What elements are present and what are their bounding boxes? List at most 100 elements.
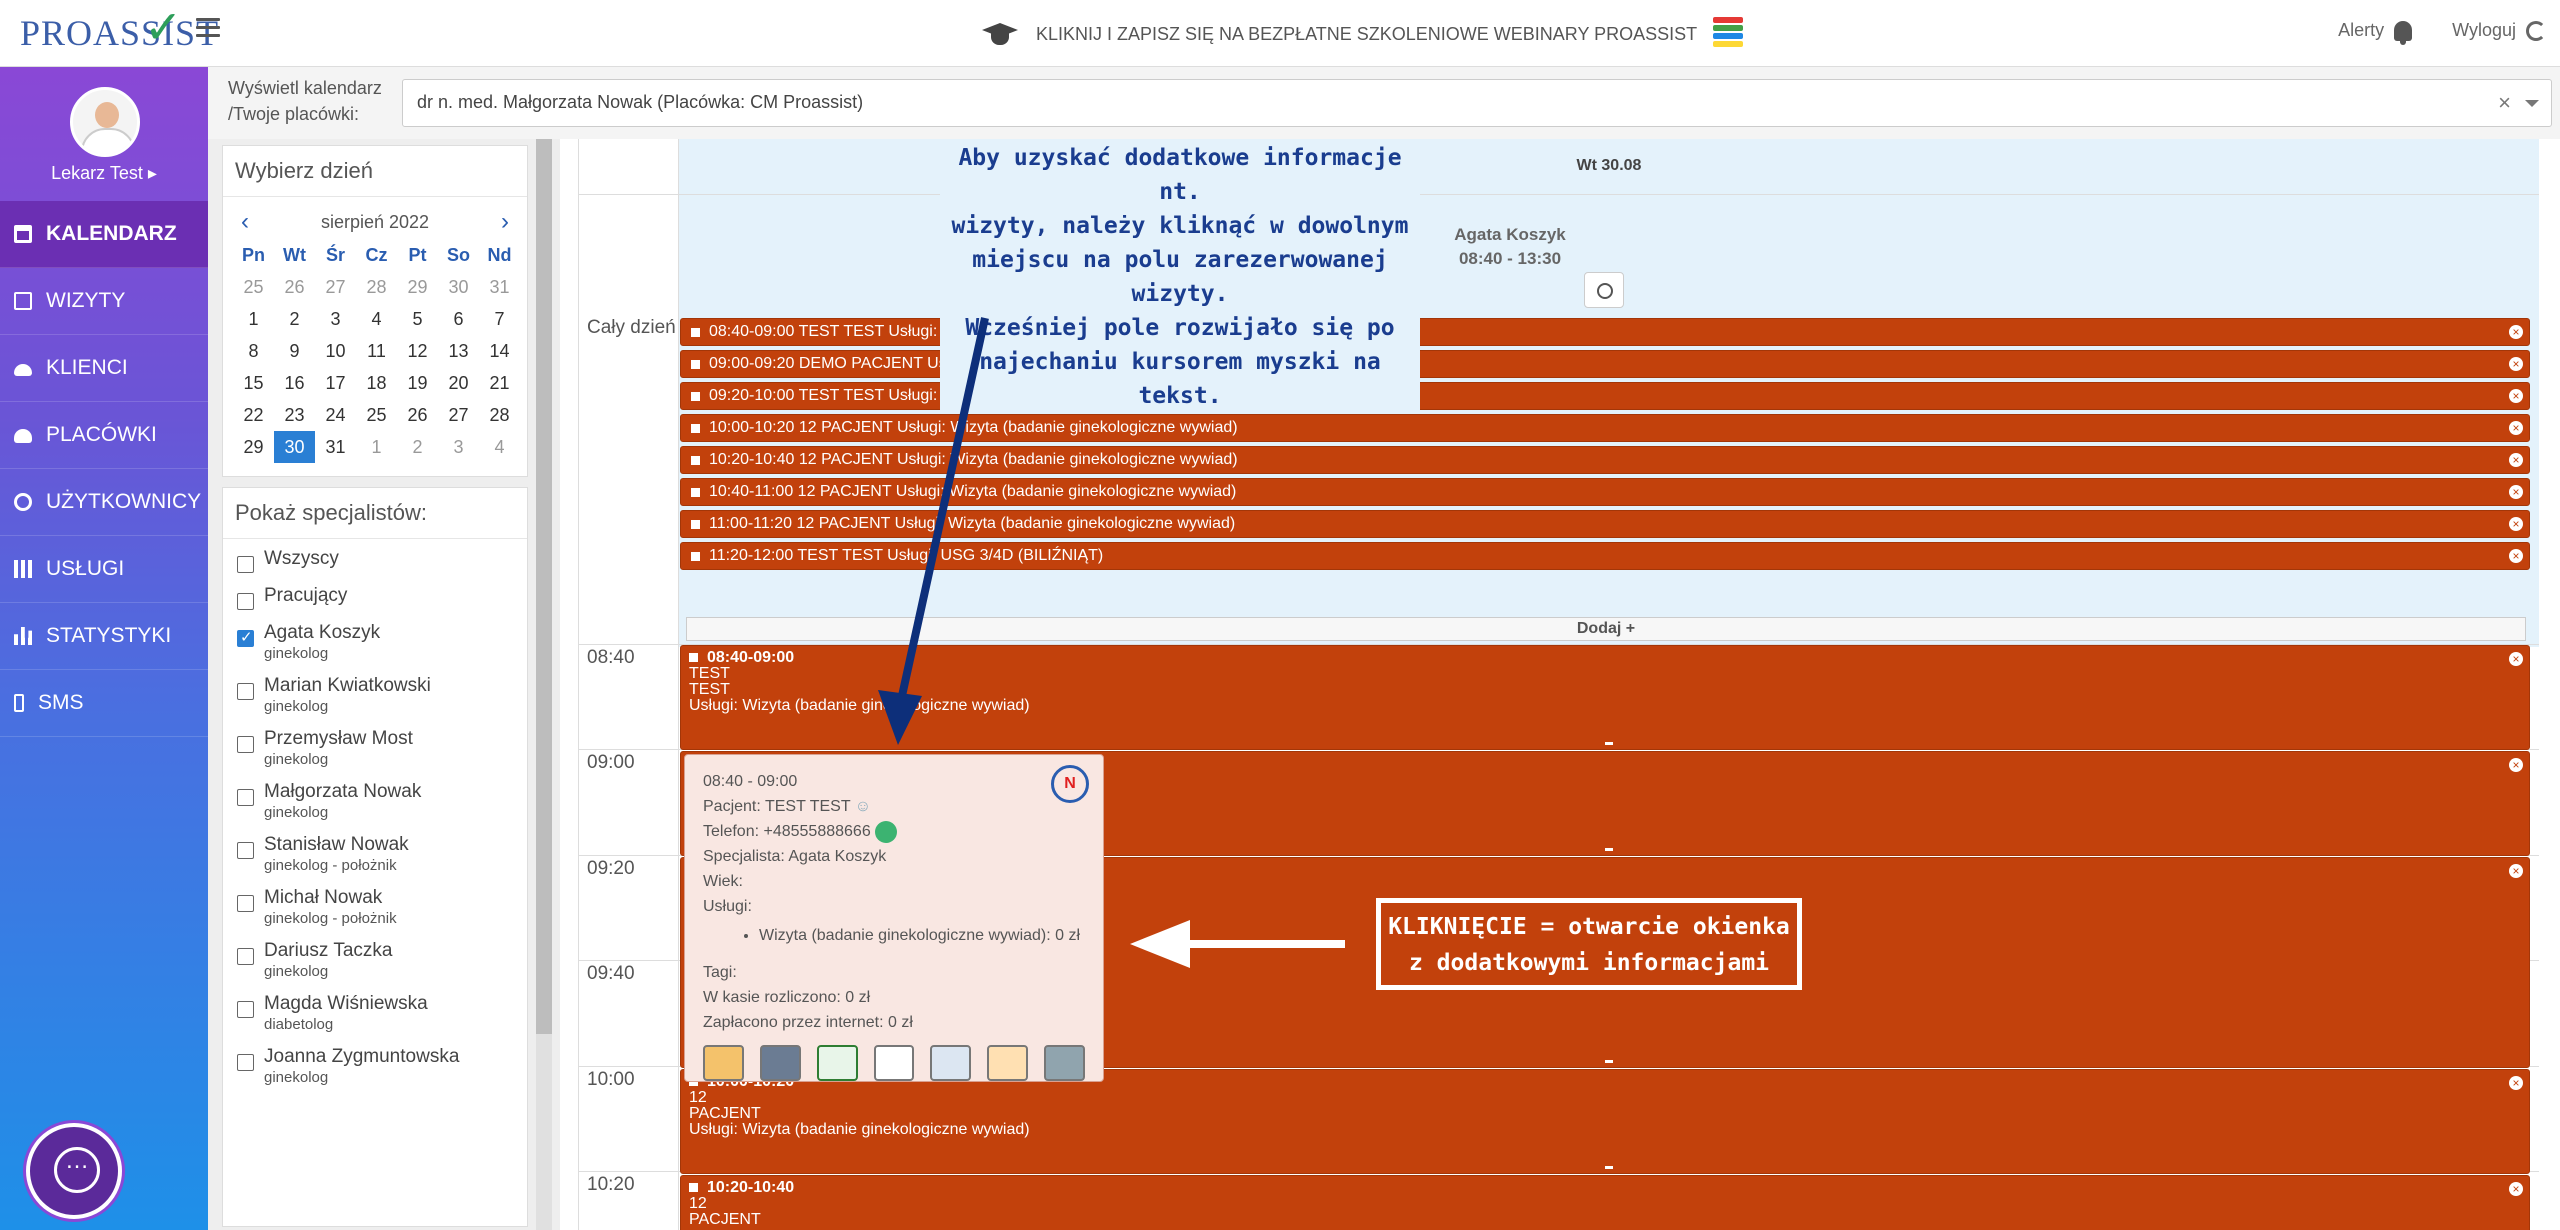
menu-toggle-icon[interactable] <box>196 18 220 40</box>
calendar-day[interactable]: 24 <box>315 399 356 431</box>
close-icon[interactable]: × <box>2509 421 2523 435</box>
calendar-day[interactable]: 13 <box>438 335 479 367</box>
calendar-day[interactable]: 30 <box>438 271 479 303</box>
calendar-day[interactable]: 27 <box>438 399 479 431</box>
specialist-item[interactable]: Przemysław Most ginekolog <box>237 727 513 769</box>
prev-month-button[interactable]: ‹ <box>241 208 249 236</box>
close-icon[interactable]: × <box>2509 1076 2523 1090</box>
calendar-day[interactable]: 22 <box>233 399 274 431</box>
close-icon[interactable]: × <box>2509 549 2523 563</box>
checkbox[interactable] <box>237 1001 254 1018</box>
calendar-day[interactable]: 27 <box>315 271 356 303</box>
calendar-day[interactable]: 31 <box>479 271 520 303</box>
calendar-day[interactable]: 4 <box>356 303 397 335</box>
calendar-day[interactable]: 21 <box>479 367 520 399</box>
calendar-day[interactable]: 29 <box>233 431 274 463</box>
calendar-day[interactable]: 25 <box>233 271 274 303</box>
webinar-banner[interactable]: KLIKNIJ I ZAPISZ SIĘ NA BEZPŁATNE SZKOLE… <box>980 14 1744 54</box>
close-icon[interactable]: × <box>2509 357 2523 371</box>
checkbox[interactable] <box>237 593 254 610</box>
calendar-day[interactable]: 3 <box>438 431 479 463</box>
forward-icon[interactable] <box>759 1045 801 1081</box>
checkbox[interactable] <box>237 789 254 806</box>
phone-call-icon[interactable] <box>875 820 898 843</box>
calendar-day[interactable]: 4 <box>479 431 520 463</box>
specialist-item[interactable]: Wszyscy <box>237 547 513 573</box>
all-day-event[interactable]: 10:00-10:20 12 PACJENT Usługi: Wizyta (b… <box>680 414 2530 442</box>
appointment-popup[interactable]: N 08:40 - 09:00 Pacjent: TEST TEST ☺ Tel… <box>684 754 1104 1082</box>
calendar-day[interactable]: 18 <box>356 367 397 399</box>
specialist-item[interactable]: Michał Nowak ginekolog - położnik <box>237 886 513 928</box>
proassist-logo[interactable]: PROASSIST ✓ <box>20 2 219 54</box>
calendar-day[interactable]: 15 <box>233 367 274 399</box>
nav-item-uslugi[interactable]: USŁUGI <box>0 536 208 603</box>
specialist-item[interactable]: Magda Wiśniewska diabetolog <box>237 992 513 1034</box>
clock-icon[interactable] <box>1584 272 1624 308</box>
specialist-item[interactable]: Agata Koszyk ginekolog <box>237 621 513 663</box>
all-day-event[interactable]: 10:20-10:40 12 PACJENT Usługi: Wizyta (b… <box>680 446 2530 474</box>
checkbox[interactable] <box>237 628 254 647</box>
calendar-day[interactable]: 14 <box>479 335 520 367</box>
checkbox[interactable] <box>237 556 254 573</box>
calendar-day[interactable]: 12 <box>397 335 438 367</box>
nav-item-klienci[interactable]: KLIENCI <box>0 335 208 402</box>
calendar-day[interactable]: 3 <box>315 303 356 335</box>
appointment-block[interactable]: 10:20-10:40 12 PACJENT × <box>680 1175 2530 1230</box>
specialist-item[interactable]: Dariusz Taczka ginekolog <box>237 939 513 981</box>
checkbox[interactable] <box>237 1054 254 1071</box>
checkbox[interactable] <box>237 842 254 859</box>
calendar-select[interactable]: dr n. med. Małgorzata Nowak (Placówka: C… <box>402 79 2552 127</box>
all-day-event[interactable]: 11:00-11:20 12 PACJENT Usługi: Wizyta (b… <box>680 510 2530 538</box>
calendar-day[interactable]: 8 <box>233 335 274 367</box>
cash-register-icon[interactable] <box>1044 1045 1086 1081</box>
nav-item-uzytkownicy[interactable]: UŻYTKOWNICY <box>0 469 208 536</box>
calendar-day[interactable]: 26 <box>397 399 438 431</box>
checkbox[interactable] <box>237 948 254 965</box>
specialist-item[interactable]: Stanisław Nowak ginekolog - położnik <box>237 833 513 875</box>
chevron-down-icon[interactable] <box>2525 100 2539 114</box>
close-icon[interactable]: × <box>2509 652 2523 666</box>
nav-item-sms[interactable]: SMS <box>0 670 208 737</box>
close-icon[interactable]: × <box>2509 453 2523 467</box>
specialist-item[interactable]: Marian Kwiatkowski ginekolog <box>237 674 513 716</box>
document-edit-icon[interactable] <box>873 1045 915 1081</box>
close-icon[interactable]: × <box>2509 389 2523 403</box>
calendar-day[interactable]: 11 <box>356 335 397 367</box>
close-icon[interactable]: × <box>2509 864 2523 878</box>
calendar-day[interactable]: 31 <box>315 431 356 463</box>
nav-item-wizyty[interactable]: WIZYTY <box>0 268 208 335</box>
calendar-day[interactable]: 28 <box>479 399 520 431</box>
user-menu[interactable]: Lekarz Test ▸ <box>0 163 208 184</box>
appointment-block[interactable]: 08:40-09:00 TEST TEST Usługi: Wizyta (badan… <box>680 645 2530 750</box>
nav-item-kalendarz[interactable]: KALENDARZ <box>0 201 208 268</box>
calendar-day[interactable]: 26 <box>274 271 315 303</box>
appointment-block[interactable]: 10:00-10:2012PACJENTUsługi: Wizyta (bada… <box>680 1069 2530 1174</box>
logout-button[interactable]: Wyloguj <box>2452 20 2546 41</box>
specialist-item[interactable]: Joanna Zygmuntowska ginekolog <box>237 1045 513 1087</box>
calendar-day[interactable]: 28 <box>356 271 397 303</box>
calendar-day[interactable]: 1 <box>356 431 397 463</box>
folder-icon[interactable] <box>703 1045 744 1081</box>
chat-button[interactable] <box>26 1123 122 1219</box>
calendar-day[interactable]: 7 <box>479 303 520 335</box>
close-icon[interactable]: × <box>2509 325 2523 339</box>
calendar-day[interactable]: 1 <box>233 303 274 335</box>
calendar-day[interactable]: 20 <box>438 367 479 399</box>
calendar-day[interactable]: 5 <box>397 303 438 335</box>
staff-icon[interactable] <box>987 1045 1029 1081</box>
specialist-item[interactable]: Małgorzata Nowak ginekolog <box>237 780 513 822</box>
close-icon[interactable]: × <box>2509 758 2523 772</box>
calendar-day[interactable]: 25 <box>356 399 397 431</box>
calendar-day[interactable]: 9 <box>274 335 315 367</box>
calendar-day[interactable]: 16 <box>274 367 315 399</box>
all-day-event[interactable]: 10:40-11:00 12 PACJENT Usługi: Wizyta (b… <box>680 478 2530 506</box>
close-icon[interactable]: × <box>2509 1182 2523 1196</box>
next-month-button[interactable]: › <box>501 208 509 236</box>
close-icon[interactable]: × <box>2509 485 2523 499</box>
nav-item-placowki[interactable]: PLACÓWKI <box>0 402 208 469</box>
webinar-banner-text[interactable]: KLIKNIJ I ZAPISZ SIĘ NA BEZPŁATNE SZKOLE… <box>1036 24 1697 45</box>
calendar-day[interactable]: 10 <box>315 335 356 367</box>
calendar-day[interactable]: 30 <box>274 431 315 463</box>
nav-item-statystyki[interactable]: STATYSTYKI <box>0 603 208 670</box>
all-day-event[interactable]: 11:20-12:00 TEST TEST Usługi: USG 3/4D (… <box>680 542 2530 570</box>
